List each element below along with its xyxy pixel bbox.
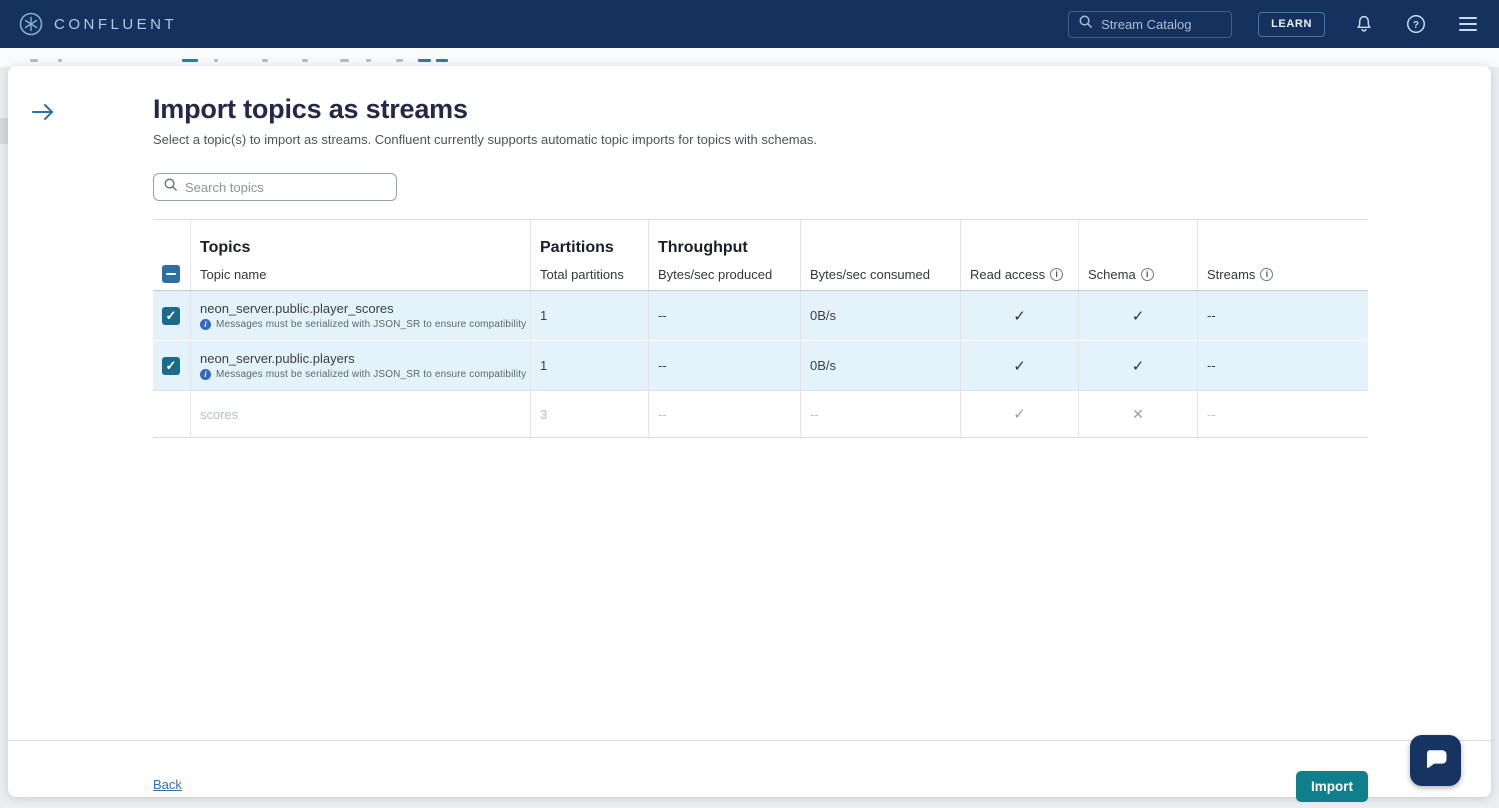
- svg-text:?: ?: [1413, 20, 1419, 31]
- page-title: Import topics as streams: [153, 94, 468, 125]
- column-total-partitions: Total partitions: [530, 258, 648, 290]
- column-streams: Streams i: [1197, 258, 1368, 290]
- column-group-throughput: Throughput: [648, 220, 800, 258]
- cell-partitions: 3: [530, 391, 648, 437]
- table-row[interactable]: neon_server.public.players i Messages mu…: [153, 341, 1368, 391]
- import-topics-dialog: Import topics as streams Select a topic(…: [8, 66, 1491, 797]
- read-access-check-icon: ✓: [1013, 405, 1026, 423]
- cell-bytes-produced: --: [648, 341, 800, 390]
- import-button[interactable]: Import: [1296, 771, 1368, 802]
- column-bytes-consumed: Bytes/sec consumed: [800, 258, 960, 290]
- cell-bytes-produced: --: [648, 291, 800, 340]
- info-icon[interactable]: i: [1050, 268, 1063, 281]
- topic-name: neon_server.public.players: [200, 352, 355, 366]
- back-link[interactable]: Back: [153, 777, 182, 792]
- brand[interactable]: CONFLUENT: [18, 11, 177, 37]
- cell-streams: --: [1197, 341, 1368, 390]
- info-icon[interactable]: i: [1260, 268, 1273, 281]
- table-header: Topics Partitions Throughput Topic name …: [153, 219, 1368, 291]
- help-icon[interactable]: ?: [1403, 11, 1429, 37]
- cell-bytes-produced: --: [648, 391, 800, 437]
- cell-bytes-consumed: 0B/s: [800, 291, 960, 340]
- topic-search-field[interactable]: [153, 173, 397, 201]
- topics-table: Topics Partitions Throughput Topic name …: [153, 219, 1368, 438]
- topic-name: scores: [190, 391, 530, 437]
- collapse-panel-arrow-icon[interactable]: [28, 98, 58, 126]
- table-row[interactable]: neon_server.public.player_scores i Messa…: [153, 291, 1368, 341]
- column-bytes-produced: Bytes/sec produced: [648, 258, 800, 290]
- topic-search-input[interactable]: [185, 180, 375, 195]
- top-navbar: CONFLUENT LEARN ?: [0, 0, 1499, 48]
- topic-note: i Messages must be serialized with JSON_…: [200, 369, 526, 380]
- read-access-check-icon: ✓: [1013, 307, 1026, 325]
- column-group-topics: Topics: [190, 220, 530, 258]
- page-background-strip: [0, 48, 1499, 67]
- cell-streams: --: [1197, 391, 1368, 437]
- search-icon: [1078, 14, 1093, 34]
- row-checkbox[interactable]: [162, 357, 180, 375]
- bell-icon[interactable]: [1351, 11, 1377, 37]
- cell-bytes-consumed: --: [800, 391, 960, 437]
- cell-partitions: 1: [530, 291, 648, 340]
- read-access-check-icon: ✓: [1013, 357, 1026, 375]
- brand-name: CONFLUENT: [54, 16, 177, 33]
- column-read-access: Read access i: [960, 258, 1078, 290]
- column-topic-name: Topic name: [190, 258, 530, 290]
- info-icon: i: [200, 369, 211, 380]
- cell-streams: --: [1197, 291, 1368, 340]
- stream-catalog-search[interactable]: [1068, 11, 1232, 38]
- topic-name: neon_server.public.player_scores: [200, 302, 394, 316]
- column-group-partitions: Partitions: [530, 220, 648, 258]
- cell-partitions: 1: [530, 341, 648, 390]
- learn-button[interactable]: LEARN: [1258, 12, 1325, 37]
- confluent-logo-icon: [18, 11, 44, 37]
- topic-note: i Messages must be serialized with JSON_…: [200, 319, 526, 330]
- menu-icon[interactable]: [1455, 11, 1481, 37]
- table-row-disabled: scores 3 -- -- ✓ ✕ --: [153, 391, 1368, 438]
- row-checkbox[interactable]: [162, 307, 180, 325]
- column-schema: Schema i: [1078, 258, 1197, 290]
- info-icon[interactable]: i: [1141, 268, 1154, 281]
- schema-cross-icon: ✕: [1132, 406, 1144, 423]
- info-icon: i: [200, 319, 211, 330]
- background-sidebar-edge: [0, 118, 8, 144]
- select-all-checkbox[interactable]: [162, 265, 180, 283]
- chat-widget-button[interactable]: [1410, 735, 1461, 786]
- footer-divider: [8, 740, 1491, 741]
- stream-catalog-input[interactable]: [1101, 17, 1221, 32]
- schema-check-icon: ✓: [1132, 307, 1145, 325]
- chat-bubble-icon: [1422, 745, 1450, 776]
- search-icon: [163, 177, 178, 197]
- schema-check-icon: ✓: [1132, 357, 1145, 375]
- cell-bytes-consumed: 0B/s: [800, 341, 960, 390]
- page-subtitle: Select a topic(s) to import as streams. …: [153, 132, 817, 147]
